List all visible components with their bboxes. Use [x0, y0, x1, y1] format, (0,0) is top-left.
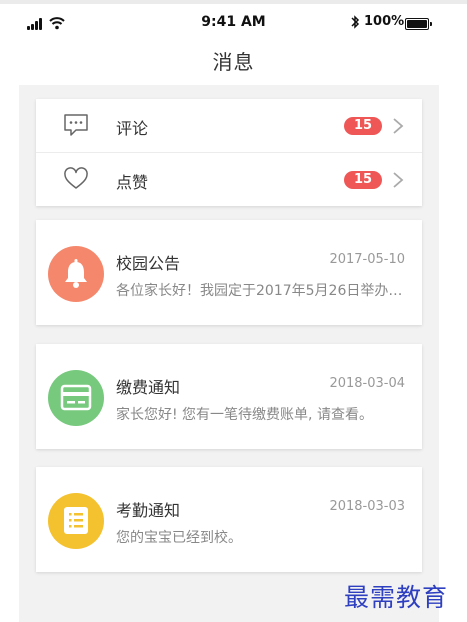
notice-preview: 您的宝宝已经到校。	[116, 530, 242, 546]
notice-card-attendance[interactable]: 考勤通知 2018-03-03 您的宝宝已经到校。	[36, 467, 422, 572]
notice-title: 缴费通知	[116, 378, 181, 397]
announcement-avatar	[48, 246, 104, 302]
notice-date: 2018-03-03	[329, 499, 405, 514]
notice-date: 2017-05-10	[329, 252, 405, 267]
battery-percent: 100%	[364, 14, 405, 29]
battery-icon	[405, 18, 432, 30]
comment-label: 评论	[116, 119, 149, 138]
notice-preview: 各位家长好！我园定于2017年5月26日举办亲子活动	[116, 283, 412, 299]
message-list: 评论 15 点赞 15 校园公告 2017-05-10 各位家长好！我园定于20…	[19, 85, 439, 622]
comment-count-badge: 15	[344, 117, 382, 135]
like-count-badge: 15	[344, 171, 382, 189]
notice-date: 2018-03-04	[329, 376, 405, 391]
bluetooth-icon	[351, 15, 360, 29]
action-card: 评论 15 点赞 15	[36, 99, 422, 206]
chevron-right-icon	[393, 172, 404, 188]
payment-avatar	[48, 370, 104, 426]
status-bar: 9:41 AM 100%	[0, 10, 467, 34]
card-icon	[60, 384, 92, 411]
notice-card-announcement[interactable]: 校园公告 2017-05-10 各位家长好！我园定于2017年5月26日举办亲子…	[36, 220, 422, 325]
like-label: 点赞	[116, 173, 149, 192]
notice-card-payment[interactable]: 缴费通知 2018-03-04 家长您好! 您有一笔待缴费账单, 请查看。	[36, 344, 422, 449]
comment-row[interactable]: 评论 15	[36, 99, 422, 152]
notice-title: 考勤通知	[116, 501, 181, 520]
top-border	[0, 0, 467, 4]
page-title: 消息	[212, 50, 255, 74]
chevron-right-icon	[393, 118, 404, 134]
attendance-avatar	[48, 493, 104, 549]
comment-icon	[64, 114, 88, 136]
like-row[interactable]: 点赞 15	[36, 153, 422, 206]
notice-title: 校园公告	[116, 254, 181, 273]
bell-icon	[65, 259, 87, 288]
heart-icon	[64, 167, 88, 189]
notice-preview: 家长您好! 您有一笔待缴费账单, 请查看。	[116, 407, 373, 423]
watermark: 最需教育	[344, 583, 449, 612]
list-icon	[64, 507, 88, 534]
